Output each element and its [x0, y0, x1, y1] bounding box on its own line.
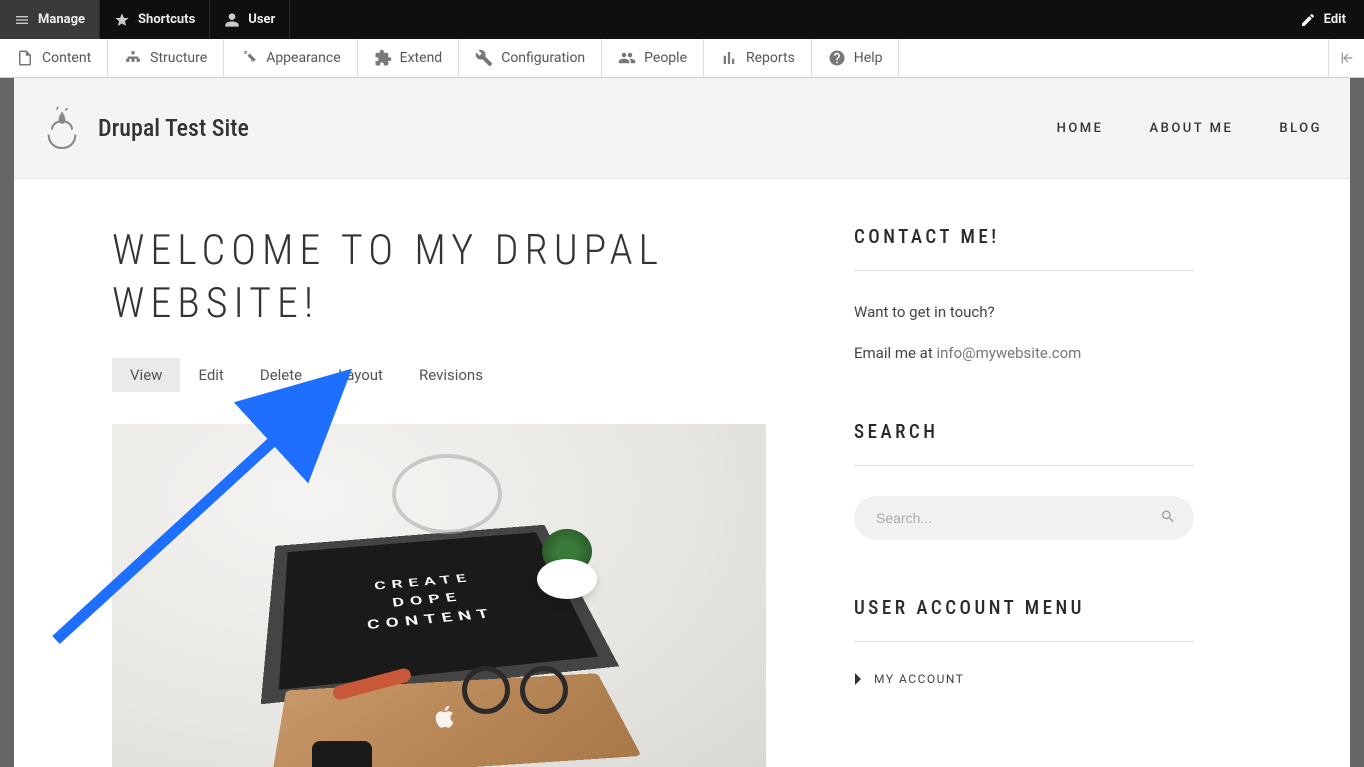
local-tabs: View Edit Delete Layout Revisions	[112, 358, 794, 392]
edit-label: Edit	[1324, 12, 1346, 27]
admin-structure-label: Structure	[150, 50, 207, 66]
structure-icon	[124, 49, 142, 67]
search-box	[854, 496, 1194, 540]
succulent-plant	[532, 529, 602, 599]
account-title: USER ACCOUNT MENU	[854, 596, 1194, 642]
admin-help[interactable]: Help	[812, 39, 900, 77]
sidebar: CONTACT ME! Want to get in touch? Email …	[854, 225, 1234, 767]
edit-toggle[interactable]: Edit	[1282, 0, 1364, 39]
hamburger-icon	[14, 12, 30, 28]
admin-people[interactable]: People	[602, 39, 704, 77]
main-column: WELCOME TO MY DRUPAL WEBSITE! View Edit …	[14, 225, 794, 767]
manage-toggle[interactable]: Manage	[0, 0, 100, 39]
contact-line2: Email me at info@mywebsite.com	[854, 342, 1194, 365]
drupal-toolbar: Manage Shortcuts User Edit	[0, 0, 1364, 39]
widget-contact: CONTACT ME! Want to get in touch? Email …	[854, 225, 1194, 364]
contact-email-link[interactable]: info@mywebsite.com	[936, 344, 1081, 362]
admin-extend[interactable]: Extend	[358, 39, 460, 77]
hero-image: CREATE DOPE CONTENT	[112, 424, 766, 767]
help-icon	[828, 49, 846, 67]
widget-account: USER ACCOUNT MENU MY ACCOUNT	[854, 596, 1194, 686]
shortcuts-label: Shortcuts	[138, 12, 195, 27]
tab-revisions[interactable]: Revisions	[401, 358, 501, 392]
shortcuts-button[interactable]: Shortcuts	[100, 0, 210, 39]
nav-blog[interactable]: BLOG	[1279, 121, 1322, 136]
pencil-icon	[1300, 12, 1316, 28]
tab-view[interactable]: View	[112, 358, 180, 392]
contact-title: CONTACT ME!	[854, 225, 1194, 271]
admin-configuration[interactable]: Configuration	[459, 39, 602, 77]
site-nav: HOME ABOUT ME BLOG	[1057, 121, 1322, 136]
account-item-label: MY ACCOUNT	[874, 672, 964, 686]
user-button[interactable]: User	[210, 0, 290, 39]
admin-appearance-label: Appearance	[266, 50, 340, 66]
nav-home[interactable]: HOME	[1057, 121, 1104, 136]
search-title: SEARCH	[854, 420, 1194, 466]
nav-about[interactable]: ABOUT ME	[1150, 121, 1234, 136]
search-input[interactable]	[854, 496, 1194, 540]
admin-menu: Content Structure Appearance Extend Conf…	[0, 39, 1364, 78]
wrench-icon	[475, 49, 493, 67]
collapse-icon	[1339, 50, 1355, 66]
admin-reports[interactable]: Reports	[704, 39, 812, 77]
search-icon	[1160, 509, 1176, 525]
admin-reports-label: Reports	[746, 50, 795, 66]
collapse-toolbar-button[interactable]	[1328, 39, 1364, 77]
user-icon	[224, 12, 240, 28]
manage-label: Manage	[38, 12, 85, 27]
admin-content[interactable]: Content	[0, 39, 108, 77]
site-title: Drupal Test Site	[98, 114, 249, 142]
apple-logo-icon	[432, 704, 458, 734]
tab-edit[interactable]: Edit	[180, 358, 241, 392]
widget-search: SEARCH	[854, 420, 1194, 540]
page-icon	[16, 49, 34, 67]
contact-prefix: Email me at	[854, 344, 936, 362]
account-my-account[interactable]: MY ACCOUNT	[854, 672, 1194, 686]
admin-help-label: Help	[854, 50, 883, 66]
toolbar-left: Manage Shortcuts User	[0, 0, 290, 39]
star-icon	[114, 12, 130, 28]
chart-icon	[720, 49, 738, 67]
people-icon	[618, 49, 636, 67]
admin-structure[interactable]: Structure	[108, 39, 224, 77]
admin-content-label: Content	[42, 50, 91, 66]
page-title: WELCOME TO MY DRUPAL WEBSITE!	[112, 225, 794, 330]
search-submit-button[interactable]	[1160, 509, 1176, 528]
admin-people-label: People	[644, 50, 687, 66]
site-logo-icon	[42, 106, 82, 150]
puzzle-icon	[374, 49, 392, 67]
eyeglasses	[462, 666, 582, 716]
user-label: User	[248, 12, 275, 27]
page-frame: Drupal Test Site HOME ABOUT ME BLOG WELC…	[0, 78, 1364, 767]
contact-line1: Want to get in touch?	[854, 301, 1194, 324]
admin-appearance[interactable]: Appearance	[224, 39, 357, 77]
admin-configuration-label: Configuration	[501, 50, 585, 66]
glass-cup	[392, 454, 502, 534]
car-key	[312, 741, 372, 767]
tab-layout[interactable]: Layout	[320, 358, 401, 392]
site-container: Drupal Test Site HOME ABOUT ME BLOG WELC…	[14, 78, 1350, 767]
site-brand[interactable]: Drupal Test Site	[42, 106, 249, 150]
admin-extend-label: Extend	[400, 50, 443, 66]
wand-icon	[240, 49, 258, 67]
tab-delete[interactable]: Delete	[242, 358, 320, 392]
chevron-right-icon	[854, 673, 862, 685]
site-header: Drupal Test Site HOME ABOUT ME BLOG	[14, 78, 1350, 179]
content-wrap: WELCOME TO MY DRUPAL WEBSITE! View Edit …	[14, 179, 1350, 767]
